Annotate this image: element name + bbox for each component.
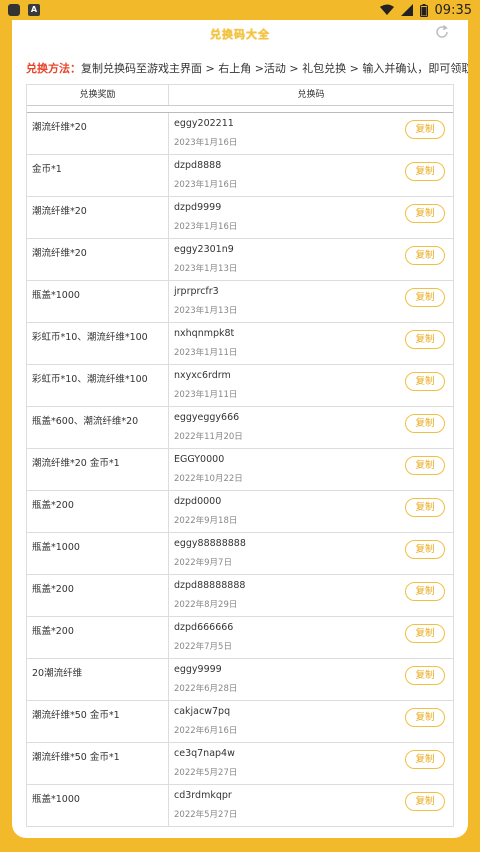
code-cell: eggy9999 2022年6月28日 复制 — [169, 659, 453, 700]
code-cell: cd3rdmkqpr 2022年5月27日 复制 — [169, 785, 453, 826]
clock: 09:35 — [434, 2, 472, 18]
copy-button[interactable]: 复制 — [405, 750, 445, 769]
table-row: 20潮流纤维 eggy9999 2022年6月28日 复制 — [27, 659, 453, 701]
signal-icon — [400, 4, 413, 16]
reward-cell: 彩虹币*10、潮流纤维*100 — [27, 365, 169, 406]
table-row: 潮流纤维*20 金币*1 EGGY0000 2022年10月22日 复制 — [27, 449, 453, 491]
copy-button[interactable]: 复制 — [405, 792, 445, 811]
code-cell: dzpd666666 2022年7月5日 复制 — [169, 617, 453, 658]
code-cell: EGGY0000 2022年10月22日 复制 — [169, 449, 453, 490]
copy-button[interactable]: 复制 — [405, 288, 445, 307]
table-row: 瓶盖*200 dzpd88888888 2022年8月29日 复制 — [27, 575, 453, 617]
header-code: 兑换码 — [297, 90, 325, 100]
copy-button[interactable]: 复制 — [405, 708, 445, 727]
code-cell: eggy2301n9 2023年1月13日 复制 — [169, 239, 453, 280]
header-reward: 兑换奖励 — [27, 85, 169, 105]
code-cell: dzpd0000 2022年9月18日 复制 — [169, 491, 453, 532]
code-cell: dzpd9999 2023年1月16日 复制 — [169, 197, 453, 238]
table-header: 兑换奖励 兑换码 — [27, 84, 453, 106]
code-cell: dzpd8888 2023年1月16日 复制 — [169, 155, 453, 196]
copy-button[interactable]: 复制 — [405, 666, 445, 685]
code-cell: nxyxc6rdrm 2023年1月11日 复制 — [169, 365, 453, 406]
app-badge-icon: A — [28, 4, 40, 16]
code-cell: cakjacw7pq 2022年6月16日 复制 — [169, 701, 453, 742]
table-row: 瓶盖*1000 cd3rdmkqpr 2022年5月27日 复制 — [27, 785, 453, 827]
reward-cell: 潮流纤维*20 金币*1 — [27, 449, 169, 490]
reward-cell: 瓶盖*1000 — [27, 533, 169, 574]
reward-cell: 瓶盖*200 — [27, 491, 169, 532]
code-cell: jrprprcfr3 2023年1月13日 复制 — [169, 281, 453, 322]
code-cell: eggy88888888 2022年9月7日 复制 — [169, 533, 453, 574]
table-row: 潮流纤维*50 金币*1 ce3q7nap4w 2022年5月27日 复制 — [27, 743, 453, 785]
table-row: 潮流纤维*20 dzpd9999 2023年1月16日 复制 — [27, 197, 453, 239]
table-row: 彩虹币*10、潮流纤维*100 nxyxc6rdrm 2023年1月11日 复制 — [27, 365, 453, 407]
reward-cell: 潮流纤维*20 — [27, 113, 169, 154]
page-title: 兑换码大全 — [210, 28, 270, 41]
copy-button[interactable]: 复制 — [405, 246, 445, 265]
method-label: 兑换方法： — [26, 62, 81, 75]
table-row: 金币*1 dzpd8888 2023年1月16日 复制 — [27, 155, 453, 197]
table-row: 潮流纤维*20 eggy202211 2023年1月16日 复制 — [27, 113, 453, 155]
copy-button[interactable]: 复制 — [405, 162, 445, 181]
refresh-icon[interactable] — [434, 24, 450, 40]
reward-cell: 瓶盖*1000 — [27, 785, 169, 826]
header-divider — [27, 106, 453, 113]
table-row: 潮流纤维*20 eggy2301n9 2023年1月13日 复制 — [27, 239, 453, 281]
reward-cell: 瓶盖*200 — [27, 575, 169, 616]
copy-button[interactable]: 复制 — [405, 120, 445, 139]
table-row: 瓶盖*1000 eggy88888888 2022年9月7日 复制 — [27, 533, 453, 575]
redeem-method: 兑换方法：复制兑换码至游戏主界面 > 右上角 >活动 > 礼包兑换 > 输入并确… — [26, 60, 468, 76]
code-cell: ce3q7nap4w 2022年5月27日 复制 — [169, 743, 453, 784]
reward-cell: 潮流纤维*50 金币*1 — [27, 743, 169, 784]
reward-cell: 20潮流纤维 — [27, 659, 169, 700]
wifi-icon — [379, 4, 394, 15]
copy-button[interactable]: 复制 — [405, 624, 445, 643]
table-row: 瓶盖*600、潮流纤维*20 eggyeggy666 2022年11月20日 复制 — [27, 407, 453, 449]
code-cell: eggy202211 2023年1月16日 复制 — [169, 113, 453, 154]
reward-cell: 潮流纤维*50 金币*1 — [27, 701, 169, 742]
reward-cell: 瓶盖*1000 — [27, 281, 169, 322]
reward-cell: 瓶盖*600、潮流纤维*20 — [27, 407, 169, 448]
reward-cell: 彩虹币*10、潮流纤维*100 — [27, 323, 169, 364]
reward-cell: 金币*1 — [27, 155, 169, 196]
code-table: 兑换奖励 兑换码 潮流纤维*20 eggy202211 2023年1月16日 复制 金币… — [26, 84, 454, 827]
main-card: 兑换码大全 兑换方法：复制兑换码至游戏主界面 > 右上角 >活动 > 礼包兑换 … — [12, 20, 468, 838]
table-row: 潮流纤维*50 金币*1 cakjacw7pq 2022年6月16日 复制 — [27, 701, 453, 743]
copy-button[interactable]: 复制 — [405, 372, 445, 391]
copy-button[interactable]: 复制 — [405, 582, 445, 601]
code-cell: eggyeggy666 2022年11月20日 复制 — [169, 407, 453, 448]
method-text: 复制兑换码至游戏主界面 > 右上角 >活动 > 礼包兑换 > 输入并确认，即可领… — [81, 62, 468, 75]
copy-button[interactable]: 复制 — [405, 540, 445, 559]
table-row: 彩虹币*10、潮流纤维*100 nxhqnmpk8t 2023年1月11日 复制 — [27, 323, 453, 365]
copy-button[interactable]: 复制 — [405, 498, 445, 517]
battery-icon — [419, 3, 428, 17]
title-bar: 兑换码大全 — [12, 20, 468, 46]
reward-cell: 潮流纤维*20 — [27, 239, 169, 280]
copy-button[interactable]: 复制 — [405, 414, 445, 433]
status-bar: A 09:35 — [0, 0, 480, 20]
reward-cell: 瓶盖*200 — [27, 617, 169, 658]
table-row: 瓶盖*200 dzpd0000 2022年9月18日 复制 — [27, 491, 453, 533]
copy-button[interactable]: 复制 — [405, 204, 445, 223]
table-row: 瓶盖*1000 jrprprcfr3 2023年1月13日 复制 — [27, 281, 453, 323]
code-cell: nxhqnmpk8t 2023年1月11日 复制 — [169, 323, 453, 364]
table-row: 瓶盖*200 dzpd666666 2022年7月5日 复制 — [27, 617, 453, 659]
code-cell: dzpd88888888 2022年8月29日 复制 — [169, 575, 453, 616]
table-body: 潮流纤维*20 eggy202211 2023年1月16日 复制 金币*1 dzpd888… — [27, 113, 453, 827]
reward-cell: 潮流纤维*20 — [27, 197, 169, 238]
copy-button[interactable]: 复制 — [405, 456, 445, 475]
copy-button[interactable]: 复制 — [405, 330, 445, 349]
app-notification-icon — [8, 4, 20, 16]
